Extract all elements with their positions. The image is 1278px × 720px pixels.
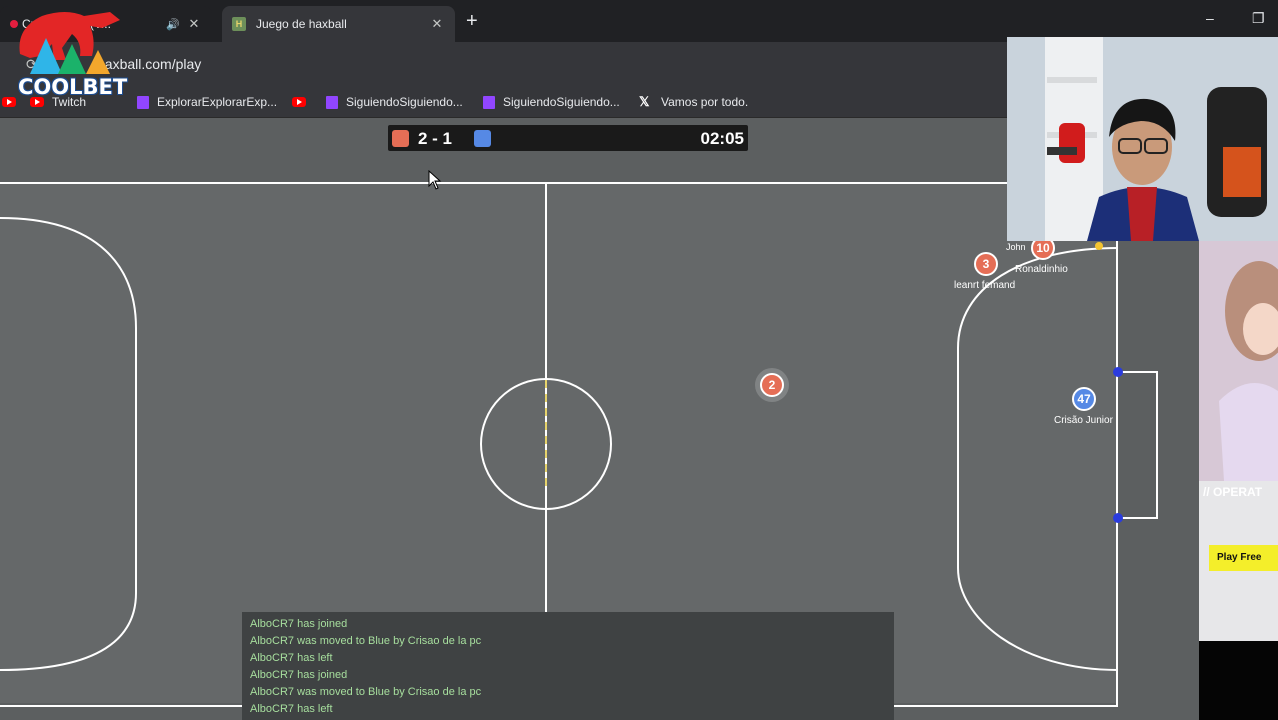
ad-banner[interactable]: // OPERAT Play Free: [1199, 241, 1278, 641]
chat-message: AlboCR7 has joined: [250, 618, 348, 630]
player-red-3: 3: [974, 252, 998, 276]
youtube-icon: [292, 97, 306, 107]
bookmark-siguiendo-1[interactable]: SiguiendoSiguiendo...: [326, 94, 463, 110]
twitch-icon: [483, 95, 495, 109]
player-red-2: 2: [760, 373, 784, 397]
player-name: Crisão Junior: [1054, 415, 1113, 426]
webcam-overlay: [1007, 37, 1278, 241]
match-clock: 02:05: [700, 129, 744, 148]
chat-message: AlboCR7 has left: [250, 703, 333, 715]
scoreboard: 2 - 1 02:05: [388, 125, 748, 151]
bookmark-label: SiguiendoSiguiendo...: [346, 95, 463, 109]
ad-character-art: [1199, 241, 1278, 641]
play-free-button[interactable]: Play Free: [1209, 545, 1278, 571]
new-tab-button[interactable]: +: [466, 10, 478, 33]
bookmark-siguiendo-2[interactable]: SiguiendoSiguiendo...: [483, 94, 620, 110]
chat-message: AlboCR7 has left: [250, 652, 333, 664]
youtube-icon: [2, 97, 16, 107]
bookmark-explorar[interactable]: ExplorarExplorarExp...: [137, 94, 277, 110]
goal-post-top: [1113, 367, 1123, 377]
player-name: leanrt femand: [954, 280, 1016, 291]
chat-box: AlboCR7 has joined AlboCR7 was moved to …: [242, 612, 894, 720]
chat-message: AlboCR7 has joined: [250, 669, 348, 681]
ad-headline: // OPERAT: [1203, 485, 1263, 499]
bookmark-vamos[interactable]: 𝕏 Vamos por todo.: [639, 94, 748, 110]
blue-team-indicator: [474, 130, 491, 147]
logo-text: COOLBET: [18, 75, 128, 99]
coolbet-logo: COOLBET: [6, 4, 134, 99]
close-tab-icon[interactable]: ✕: [429, 16, 445, 32]
bookmark-label: SiguiendoSiguiendo...: [503, 95, 620, 109]
screen: Cris... home (V... 🔊 ✕ H Juego de haxbal…: [0, 0, 1278, 720]
ball-marker: [1095, 242, 1103, 250]
haxball-favicon-icon: H: [232, 17, 246, 31]
tab-active[interactable]: H Juego de haxball ✕: [222, 6, 455, 42]
bookmark-siguiendo-youtube[interactable]: [292, 94, 314, 110]
bookmark-label: ExplorarExplorarExp...: [157, 95, 278, 109]
minimize-button[interactable]: –: [1206, 10, 1214, 26]
streamer-webcam: [1007, 37, 1278, 241]
mouse-cursor-icon: [428, 170, 442, 190]
player-blue-47: 47: [1072, 387, 1096, 411]
chat-message: AlboCR7 was moved to Blue by Crisao de l…: [250, 635, 482, 647]
twitch-icon: [326, 95, 338, 109]
player-name: John: [1006, 242, 1026, 252]
red-team-indicator: [392, 130, 409, 147]
player-name: Ronaldinhio: [1015, 264, 1068, 275]
restore-button[interactable]: ❐: [1252, 10, 1265, 27]
tab-bar: Cris... home (V... 🔊 ✕ H Juego de haxbal…: [0, 0, 1278, 42]
twitch-icon: [137, 95, 149, 109]
close-tab-icon[interactable]: ✕: [186, 16, 202, 32]
bookmark-label: Vamos por todo.: [661, 95, 749, 109]
tab-title: Juego de haxball: [256, 17, 347, 31]
goal-post-bottom: [1113, 513, 1123, 523]
x-icon: 𝕏: [639, 94, 650, 109]
speaker-icon[interactable]: 🔊: [166, 18, 186, 31]
chat-message: AlboCR7 was moved to Blue by Crisao de l…: [250, 686, 482, 698]
score-text: 2 - 1: [418, 129, 453, 148]
ad-footer: [1199, 641, 1278, 720]
right-goal: [1117, 371, 1158, 519]
